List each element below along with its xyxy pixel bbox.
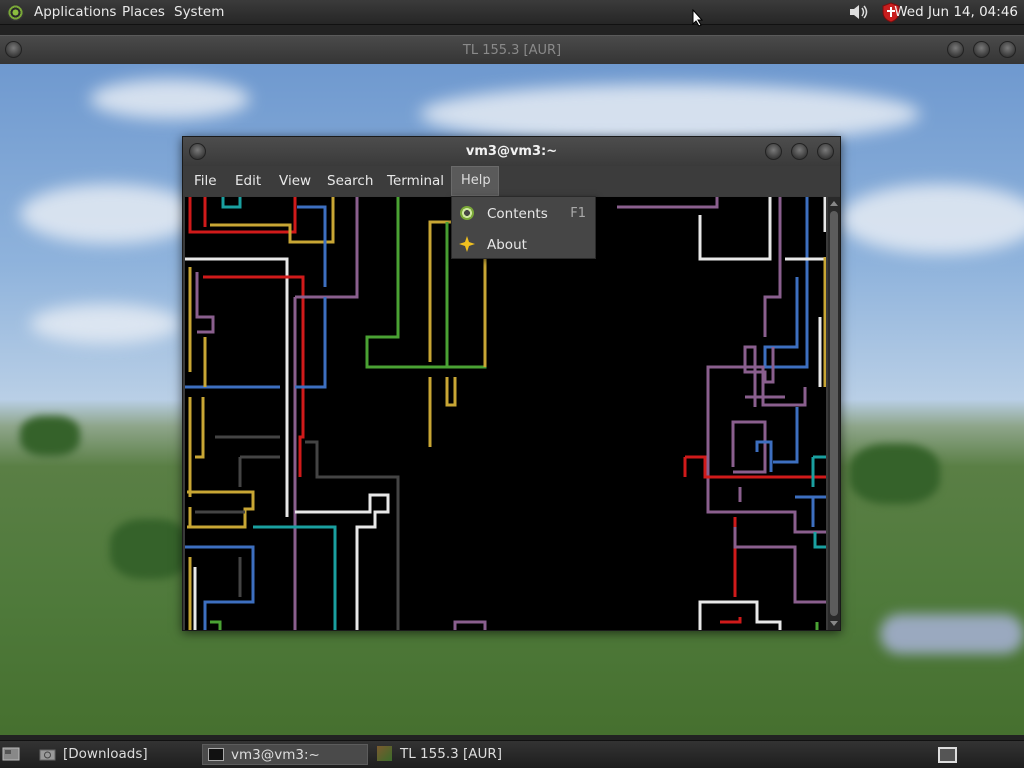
terminal-menu[interactable]: Terminal [387,173,444,189]
search-menu[interactable]: Search [327,173,373,189]
terminal-maximize-button[interactable] [791,143,808,160]
help-contents-label: Contents [487,206,548,222]
bottom-panel: [Downloads] vm3@vm3:~ TL 155.3 [AUR] [0,740,1024,768]
app-logo-icon[interactable] [7,4,24,21]
about-star-icon [459,236,475,252]
taskbar-item-game[interactable]: TL 155.3 [AUR] [372,744,572,765]
taskbar-item-terminal[interactable]: vm3@vm3:~ [202,744,368,765]
terminal-minimize-button[interactable] [765,143,782,160]
scrollbar-thumb[interactable] [830,211,838,616]
show-desktop-icon[interactable] [2,747,20,761]
pipes-screensaver [185,197,826,630]
terminal-scrollbar[interactable] [828,197,840,630]
view-menu[interactable]: View [279,173,311,189]
volume-icon[interactable] [848,3,870,21]
workspace-switcher-icon[interactable] [938,747,957,763]
terminal-titlebar[interactable]: vm3@vm3:~ [183,137,840,166]
places-menu[interactable]: Places [122,4,165,20]
help-contents-item[interactable]: Contents F1 [452,198,595,228]
game-block-icon [377,746,392,761]
applications-menu[interactable]: Applications [34,4,116,20]
help-dropdown: Contents F1 About [451,196,596,259]
file-menu[interactable]: File [194,173,217,189]
terminal-output[interactable] [185,197,826,630]
scroll-up-icon[interactable] [830,201,838,206]
terminal-menubar: File Edit View Search Terminal Help [183,166,840,196]
top-panel: Applications Places System Wed Jun 14, 0… [0,0,1024,27]
terminal-title: vm3@vm3:~ [465,144,558,159]
edit-menu[interactable]: Edit [235,173,261,189]
scroll-down-icon[interactable] [830,621,838,626]
help-menu-label: Help [461,173,491,188]
about-label: About [487,237,527,253]
minimize-button[interactable] [947,41,964,58]
system-menu[interactable]: System [174,4,224,20]
terminal-close-button[interactable] [817,143,834,160]
about-item[interactable]: About [452,229,595,259]
mouse-cursor-icon [692,9,704,27]
maximize-button[interactable] [973,41,990,58]
help-menu[interactable]: Help [451,166,499,196]
close-button[interactable] [999,41,1016,58]
game-window-title: TL 155.3 [AUR] [462,43,562,58]
game-window-titlebar[interactable]: TL 155.3 [AUR] [0,35,1024,64]
clock[interactable]: Wed Jun 14, 04:46 [894,4,1018,20]
help-contents-icon [460,206,474,220]
taskbar-item-downloads[interactable]: [Downloads] [32,744,197,765]
terminal-icon [208,748,224,761]
help-contents-shortcut: F1 [570,206,586,221]
folder-icon [39,749,56,761]
